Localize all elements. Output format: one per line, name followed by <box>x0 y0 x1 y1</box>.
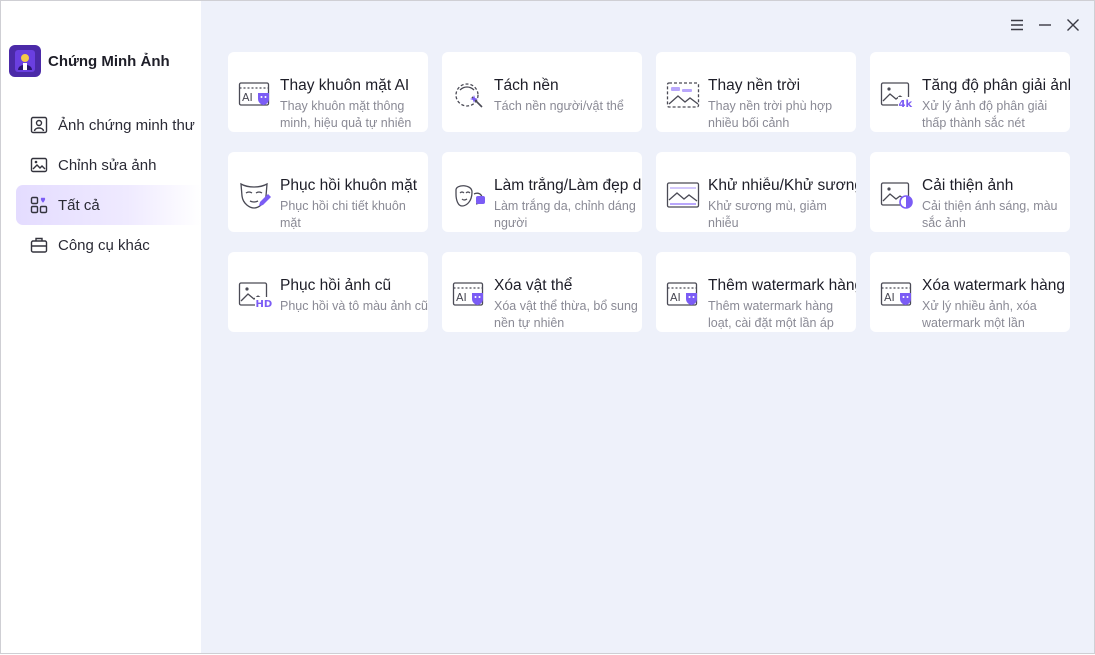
all-apps-icon <box>30 196 48 214</box>
tool-description: Phục hồi chi tiết khuôn mặt <box>280 199 406 230</box>
ai-face-icon: AI <box>238 82 270 106</box>
tool-title: Phục hồi khuôn mặt <box>280 177 418 194</box>
tool-description: Thêm watermark hàng loạt, cài đặt một lầ… <box>708 299 834 330</box>
tool-card-ai-face-swap[interactable]: AI Thay khuôn mặt AI Thay khuôn mặt thôn… <box>228 52 428 132</box>
brand: Chứng Minh Ảnh <box>9 45 170 77</box>
beauty-icon <box>455 185 485 207</box>
sidebar-item-label: Ảnh chứng minh thư <box>58 116 195 134</box>
svg-text:AI: AI <box>670 291 681 304</box>
tool-card-batch-watermark-add[interactable]: AI Thêm watermark hàng loạt Thêm waterma… <box>656 252 856 332</box>
tool-title: Cải thiện ảnh <box>922 177 1014 194</box>
sidebar-item-label: Công cụ khác <box>58 236 150 254</box>
close-button[interactable] <box>1064 13 1082 37</box>
tool-title: Thay nền trời <box>708 77 801 94</box>
tool-card-background-removal[interactable]: Tách nền Tách nền người/vật thể <box>442 52 642 132</box>
sidebar-item-label: Chỉnh sửa ảnh <box>58 156 157 174</box>
sidebar-item-label: Tất cả <box>58 196 100 214</box>
sidebar-item-other-tools[interactable]: Công cụ khác <box>16 225 201 265</box>
window-controls <box>1008 13 1082 37</box>
tool-description: Khử sương mù, giảm nhiễu <box>708 199 827 230</box>
tool-title: Xóa vật thể <box>494 277 573 294</box>
tool-description: Tách nền người/vật thể <box>494 99 624 113</box>
tool-description: Xử lý nhiều ảnh, xóa watermark một lần <box>922 299 1037 330</box>
tool-title: Thay khuôn mặt AI <box>280 77 410 94</box>
tool-title: Làm trắng/Làm đẹp da <box>494 177 642 194</box>
svg-text:AI: AI <box>456 291 467 304</box>
cutout-icon <box>455 83 483 108</box>
tool-description: Xóa vật thể thừa, bổ sung nền tự nhiên <box>494 299 638 330</box>
denoise-icon <box>666 182 700 208</box>
menu-icon <box>1011 19 1023 31</box>
enhance-icon <box>880 182 913 209</box>
tool-title: Tách nền <box>494 77 559 94</box>
sidebar-item-id-photo[interactable]: Ảnh chứng minh thư <box>16 105 201 145</box>
tool-card-sky-replace[interactable]: Thay nền trời Thay nền trời phù hợp nhiề… <box>656 52 856 132</box>
tool-title: Tăng độ phân giải ảnh <box>922 77 1070 94</box>
tool-description: Xử lý ảnh độ phân giải thấp thành sắc né… <box>922 99 1048 130</box>
tool-title: Khử nhiễu/Khử sương <box>708 177 856 194</box>
tool-description: Làm trắng da, chỉnh dáng người <box>494 199 636 230</box>
ai-watermark-add-icon: AI <box>666 282 698 306</box>
upscale-4k-icon: 4k <box>880 82 914 110</box>
close-icon <box>1067 19 1079 31</box>
id-photo-icon <box>30 116 48 134</box>
tool-description: Thay nền trời phù hợp nhiều bối cảnh <box>708 99 833 130</box>
minimize-button[interactable] <box>1036 13 1054 37</box>
toolbox-icon <box>30 237 48 253</box>
old-photo-hd-icon: HD <box>238 282 273 310</box>
app-logo-icon <box>9 45 41 77</box>
ai-erase-icon: AI <box>452 282 484 306</box>
sidebar-item-all[interactable]: Tất cả <box>16 185 201 225</box>
tool-card-object-removal[interactable]: AI Xóa vật thể Xóa vật thể thừa, bổ sung… <box>442 252 642 332</box>
tool-card-upscale[interactable]: 4k Tăng độ phân giải ảnh Xử lý ảnh độ ph… <box>870 52 1070 132</box>
app-title: Chứng Minh Ảnh <box>48 52 170 70</box>
app-window: Chứng Minh Ảnh Ảnh chứng minh thư Chỉnh … <box>0 0 1095 654</box>
ai-watermark-remove-icon: AI <box>880 282 912 306</box>
tool-card-batch-watermark-remove[interactable]: AI Xóa watermark hàng loạt Xử lý nhiều ả… <box>870 252 1070 332</box>
sidebar: Chứng Minh Ảnh Ảnh chứng minh thư Chỉnh … <box>1 1 201 653</box>
tool-card-denoise[interactable]: Khử nhiễu/Khử sương Khử sương mù, giảm n… <box>656 152 856 232</box>
svg-text:AI: AI <box>242 91 253 104</box>
sky-replace-icon <box>666 82 700 108</box>
menu-button[interactable] <box>1008 13 1026 37</box>
minimize-icon <box>1039 24 1051 26</box>
sidebar-item-image-edit[interactable]: Chỉnh sửa ảnh <box>16 145 201 185</box>
svg-text:HD: HD <box>256 299 273 310</box>
tool-description: Phục hồi và tô màu ảnh cũ <box>280 299 428 313</box>
tool-card-face-restore[interactable]: Phục hồi khuôn mặt Phục hồi chi tiết khu… <box>228 152 428 232</box>
tool-description: Cải thiện ánh sáng, màu sắc ảnh <box>922 199 1058 230</box>
tool-card-enhance[interactable]: Cải thiện ảnh Cải thiện ánh sáng, màu sắ… <box>870 152 1070 232</box>
tool-title: Phục hồi ảnh cũ <box>280 277 392 294</box>
svg-text:AI: AI <box>884 291 895 304</box>
tool-grid: AI Thay khuôn mặt AI Thay khuôn mặt thôn… <box>228 52 1070 332</box>
image-edit-icon <box>30 157 48 173</box>
sidebar-nav: Ảnh chứng minh thư Chỉnh sửa ảnh Tất cả <box>16 105 201 265</box>
tool-title: Xóa watermark hàng loạt <box>922 277 1070 294</box>
tool-card-beautify[interactable]: Làm trắng/Làm đẹp da Làm trắng da, chỉnh… <box>442 152 642 232</box>
tool-description: Thay khuôn mặt thông minh, hiệu quả tự n… <box>280 99 412 130</box>
svg-text:4k: 4k <box>899 99 913 110</box>
tool-title: Thêm watermark hàng loạt <box>708 277 856 294</box>
tool-card-old-photo-restore[interactable]: HD Phục hồi ảnh cũ Phục hồi và tô màu ản… <box>228 252 428 332</box>
face-restore-icon <box>240 182 271 209</box>
